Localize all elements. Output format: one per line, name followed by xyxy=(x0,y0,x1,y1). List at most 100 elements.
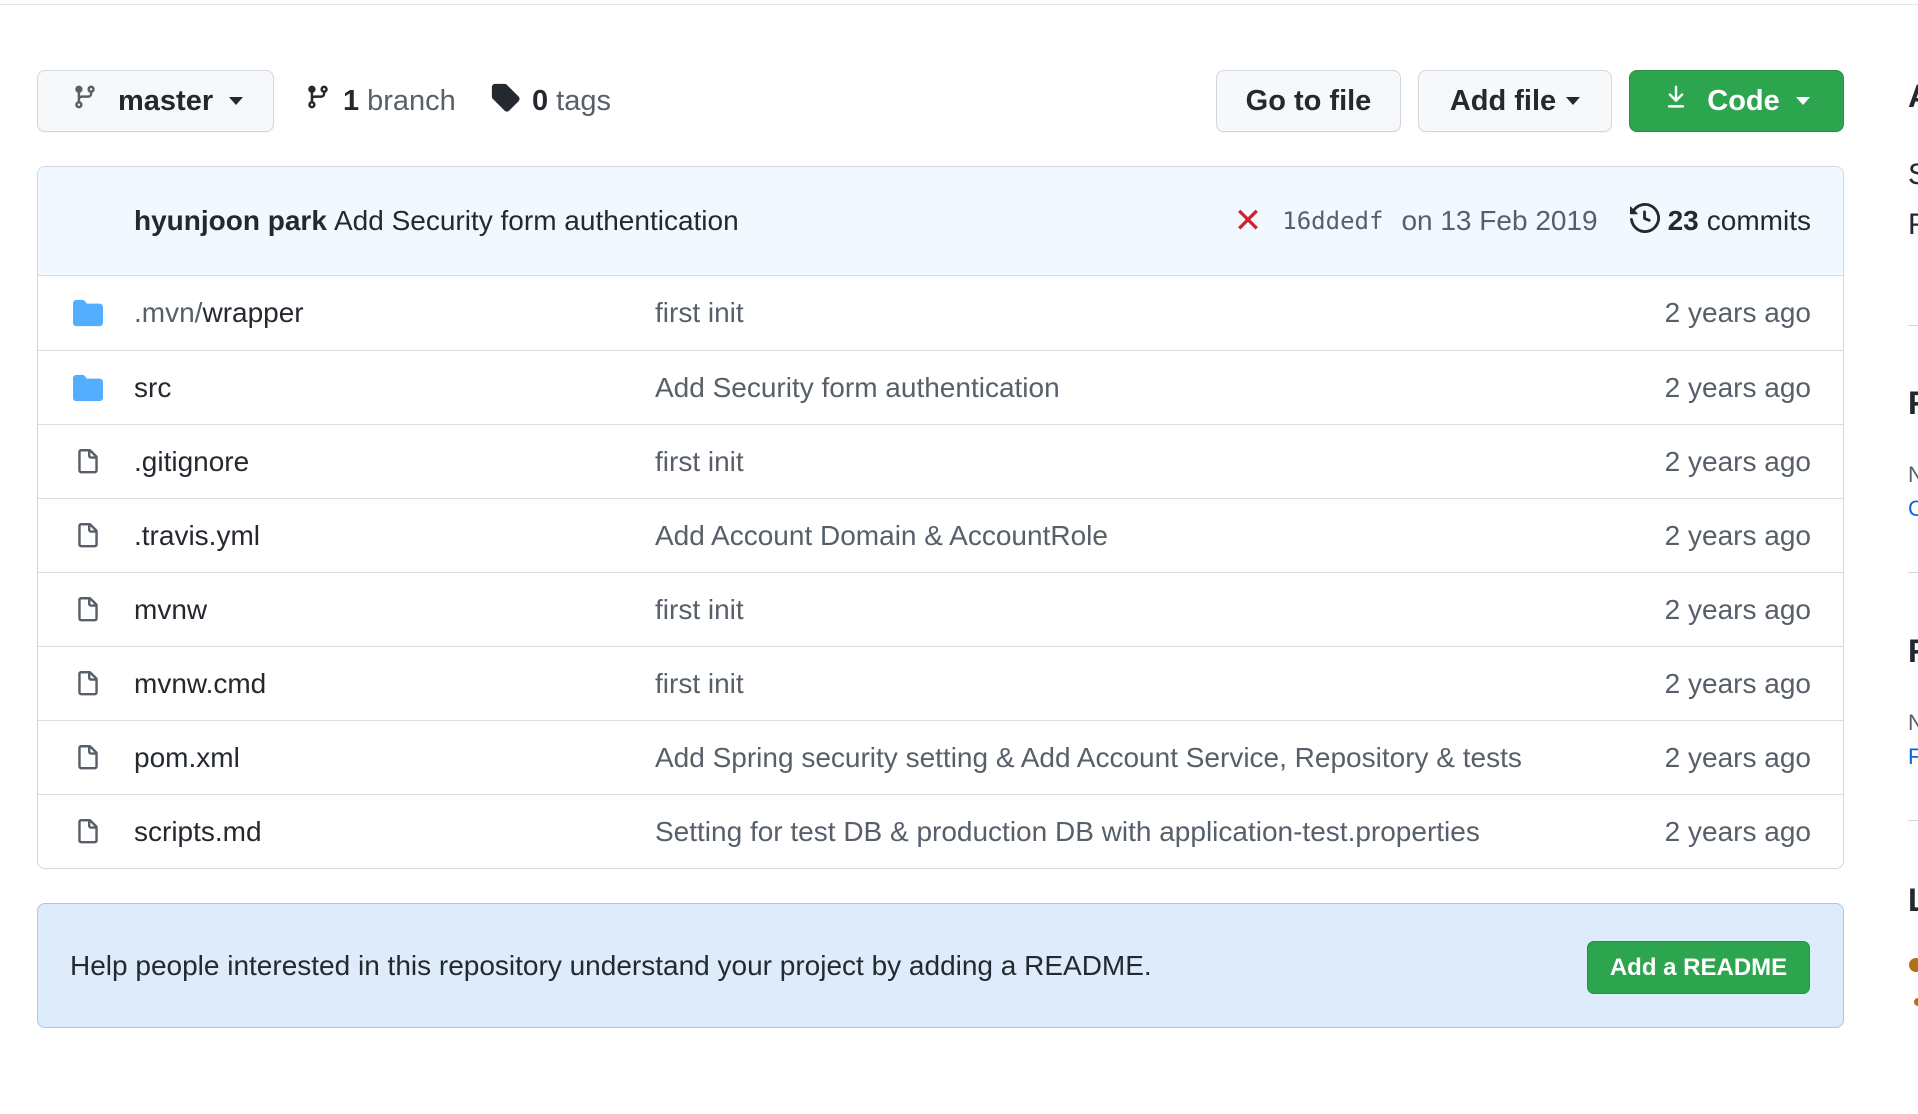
download-icon xyxy=(1663,82,1689,120)
sidebar-divider xyxy=(1908,572,1918,573)
readme-prompt-text: Help people interested in this repositor… xyxy=(70,949,1152,981)
file-commit-message[interactable]: first init xyxy=(655,573,744,647)
file-icon xyxy=(68,499,108,573)
file-commit-message[interactable]: Add Spring security setting & Add Accoun… xyxy=(655,721,1522,795)
history-icon xyxy=(1629,202,1660,240)
commit-date: on 13 Feb 2019 xyxy=(1401,205,1598,236)
file-icon xyxy=(68,647,108,721)
file-icon xyxy=(68,425,108,499)
file-name-link[interactable]: mvnw xyxy=(134,573,207,647)
header-divider xyxy=(0,4,1918,5)
file-row[interactable]: .mvn/wrapper first init 2 years ago xyxy=(38,276,1843,350)
code-label: Code xyxy=(1707,84,1780,117)
file-name-link[interactable]: mvnw.cmd xyxy=(134,647,266,721)
file-path-prefix: .mvn/ xyxy=(134,297,203,328)
file-name-link[interactable]: .mvn/wrapper xyxy=(134,276,304,350)
branch-label: branch xyxy=(367,84,456,117)
file-name: .travis.yml xyxy=(134,520,260,551)
file-icon xyxy=(68,795,108,868)
file-commit-age: 2 years ago xyxy=(1664,520,1811,551)
readme-prompt: Help people interested in this repositor… xyxy=(37,903,1844,1028)
file-name: .gitignore xyxy=(134,446,250,477)
file-row[interactable]: .travis.yml Add Account Domain & AccountR… xyxy=(38,498,1843,572)
git-branch-icon xyxy=(305,82,331,120)
commits-link[interactable]: 23 commits xyxy=(1629,202,1811,240)
add-file-button[interactable]: Add file xyxy=(1418,70,1612,132)
folder-icon xyxy=(68,276,108,350)
repository-code-page: master 1 branch 0 tags Go to file Add fi… xyxy=(0,0,1918,1114)
failed-status-icon[interactable]: ✕ xyxy=(1234,201,1263,241)
language-color-dot xyxy=(1914,998,1918,1006)
file-name-link[interactable]: .gitignore xyxy=(134,425,249,499)
file-commit-message[interactable]: Setting for test DB & production DB with… xyxy=(655,795,1480,868)
file-name-link[interactable]: pom.xml xyxy=(134,721,240,795)
file-commit-age: 2 years ago xyxy=(1664,816,1811,847)
add-file-label: Add file xyxy=(1449,84,1557,117)
file-row[interactable]: mvnw.cmd first init 2 years ago xyxy=(38,646,1843,720)
file-name: mvnw.cmd xyxy=(134,668,267,699)
commit-message[interactable]: Add Security form authentication xyxy=(334,167,739,275)
language-color-dot xyxy=(1909,958,1918,972)
sidebar-divider xyxy=(1908,820,1918,821)
code-button[interactable]: Code xyxy=(1629,70,1844,132)
file-row[interactable]: mvnw first init 2 years ago xyxy=(38,572,1843,646)
file-commit-age: 2 years ago xyxy=(1664,297,1811,328)
file-row[interactable]: pom.xml Add Spring security setting & Add… xyxy=(38,720,1843,794)
file-name: wrapper xyxy=(202,297,304,328)
sidebar-divider xyxy=(1908,325,1918,326)
tag-label: tags xyxy=(556,84,611,117)
file-icon xyxy=(68,573,108,647)
file-name: src xyxy=(134,372,172,403)
file-commit-message[interactable]: Add Account Domain & AccountRole xyxy=(655,499,1108,573)
sidebar-description-line-1: S xyxy=(1908,158,1918,192)
caret-down-icon xyxy=(229,97,244,105)
file-icon xyxy=(68,721,108,795)
repo-toolbar: master 1 branch 0 tags Go to file Add fi… xyxy=(37,70,1844,134)
file-commit-message[interactable]: first init xyxy=(655,647,744,721)
commit-details: ✕ 16ddedf on 13 Feb 2019 23 commits xyxy=(1234,167,1811,275)
branch-name: master xyxy=(118,84,214,117)
file-commit-message[interactable]: first init xyxy=(655,425,744,499)
file-navigation-box: hyunjoon park Add Security form authenti… xyxy=(37,166,1844,869)
commit-author[interactable]: hyunjoon park xyxy=(134,167,327,275)
folder-icon xyxy=(68,351,108,425)
file-commit-age: 2 years ago xyxy=(1664,742,1811,773)
sidebar-heading-languages: L xyxy=(1908,882,1918,918)
file-name: mvnw xyxy=(134,594,208,625)
sidebar-heading-about: A xyxy=(1908,78,1918,115)
sidebar-packages-link[interactable]: F xyxy=(1908,744,1918,770)
caret-down-icon xyxy=(1566,97,1581,105)
commit-sha[interactable]: 16ddedf xyxy=(1282,207,1383,235)
git-branch-icon xyxy=(72,82,98,120)
file-commit-age: 2 years ago xyxy=(1664,372,1811,403)
sidebar-packages-note: N xyxy=(1908,710,1918,735)
file-row[interactable]: .gitignore first init 2 years ago xyxy=(38,424,1843,498)
caret-down-icon xyxy=(1795,97,1810,105)
file-commit-message[interactable]: first init xyxy=(655,276,744,350)
sidebar-heading-releases: F xyxy=(1908,385,1918,421)
file-commit-age: 2 years ago xyxy=(1664,668,1811,699)
commit-count-label: commits xyxy=(1706,205,1811,236)
sidebar-releases-link[interactable]: C xyxy=(1908,496,1918,522)
sidebar-releases-note: N xyxy=(1908,462,1918,487)
file-commit-age: 2 years ago xyxy=(1664,446,1811,477)
file-name-link[interactable]: .travis.yml xyxy=(134,499,260,573)
file-row[interactable]: scripts.md Setting for test DB & producti… xyxy=(38,794,1843,868)
file-row[interactable]: src Add Security form authentication 2 yea… xyxy=(38,350,1843,424)
file-name: pom.xml xyxy=(134,742,240,773)
file-commit-message[interactable]: Add Security form authentication xyxy=(655,351,1060,425)
file-list: .mvn/wrapper first init 2 years ago src Add … xyxy=(38,276,1843,868)
tag-count: 0 xyxy=(532,84,549,117)
file-commit-age: 2 years ago xyxy=(1664,594,1811,625)
sidebar-description-line-2: F xyxy=(1908,208,1918,241)
branch-select-button[interactable]: master xyxy=(37,70,274,132)
file-name-link[interactable]: src xyxy=(134,351,171,425)
file-name: scripts.md xyxy=(134,816,262,847)
tags-link[interactable]: 0 tags xyxy=(490,70,611,132)
tag-icon xyxy=(490,82,520,120)
branches-link[interactable]: 1 branch xyxy=(305,70,456,132)
add-readme-button[interactable]: Add a README xyxy=(1587,941,1810,994)
file-name-link[interactable]: scripts.md xyxy=(134,795,262,868)
go-to-file-button[interactable]: Go to file xyxy=(1216,70,1401,132)
branch-count: 1 xyxy=(343,84,360,117)
